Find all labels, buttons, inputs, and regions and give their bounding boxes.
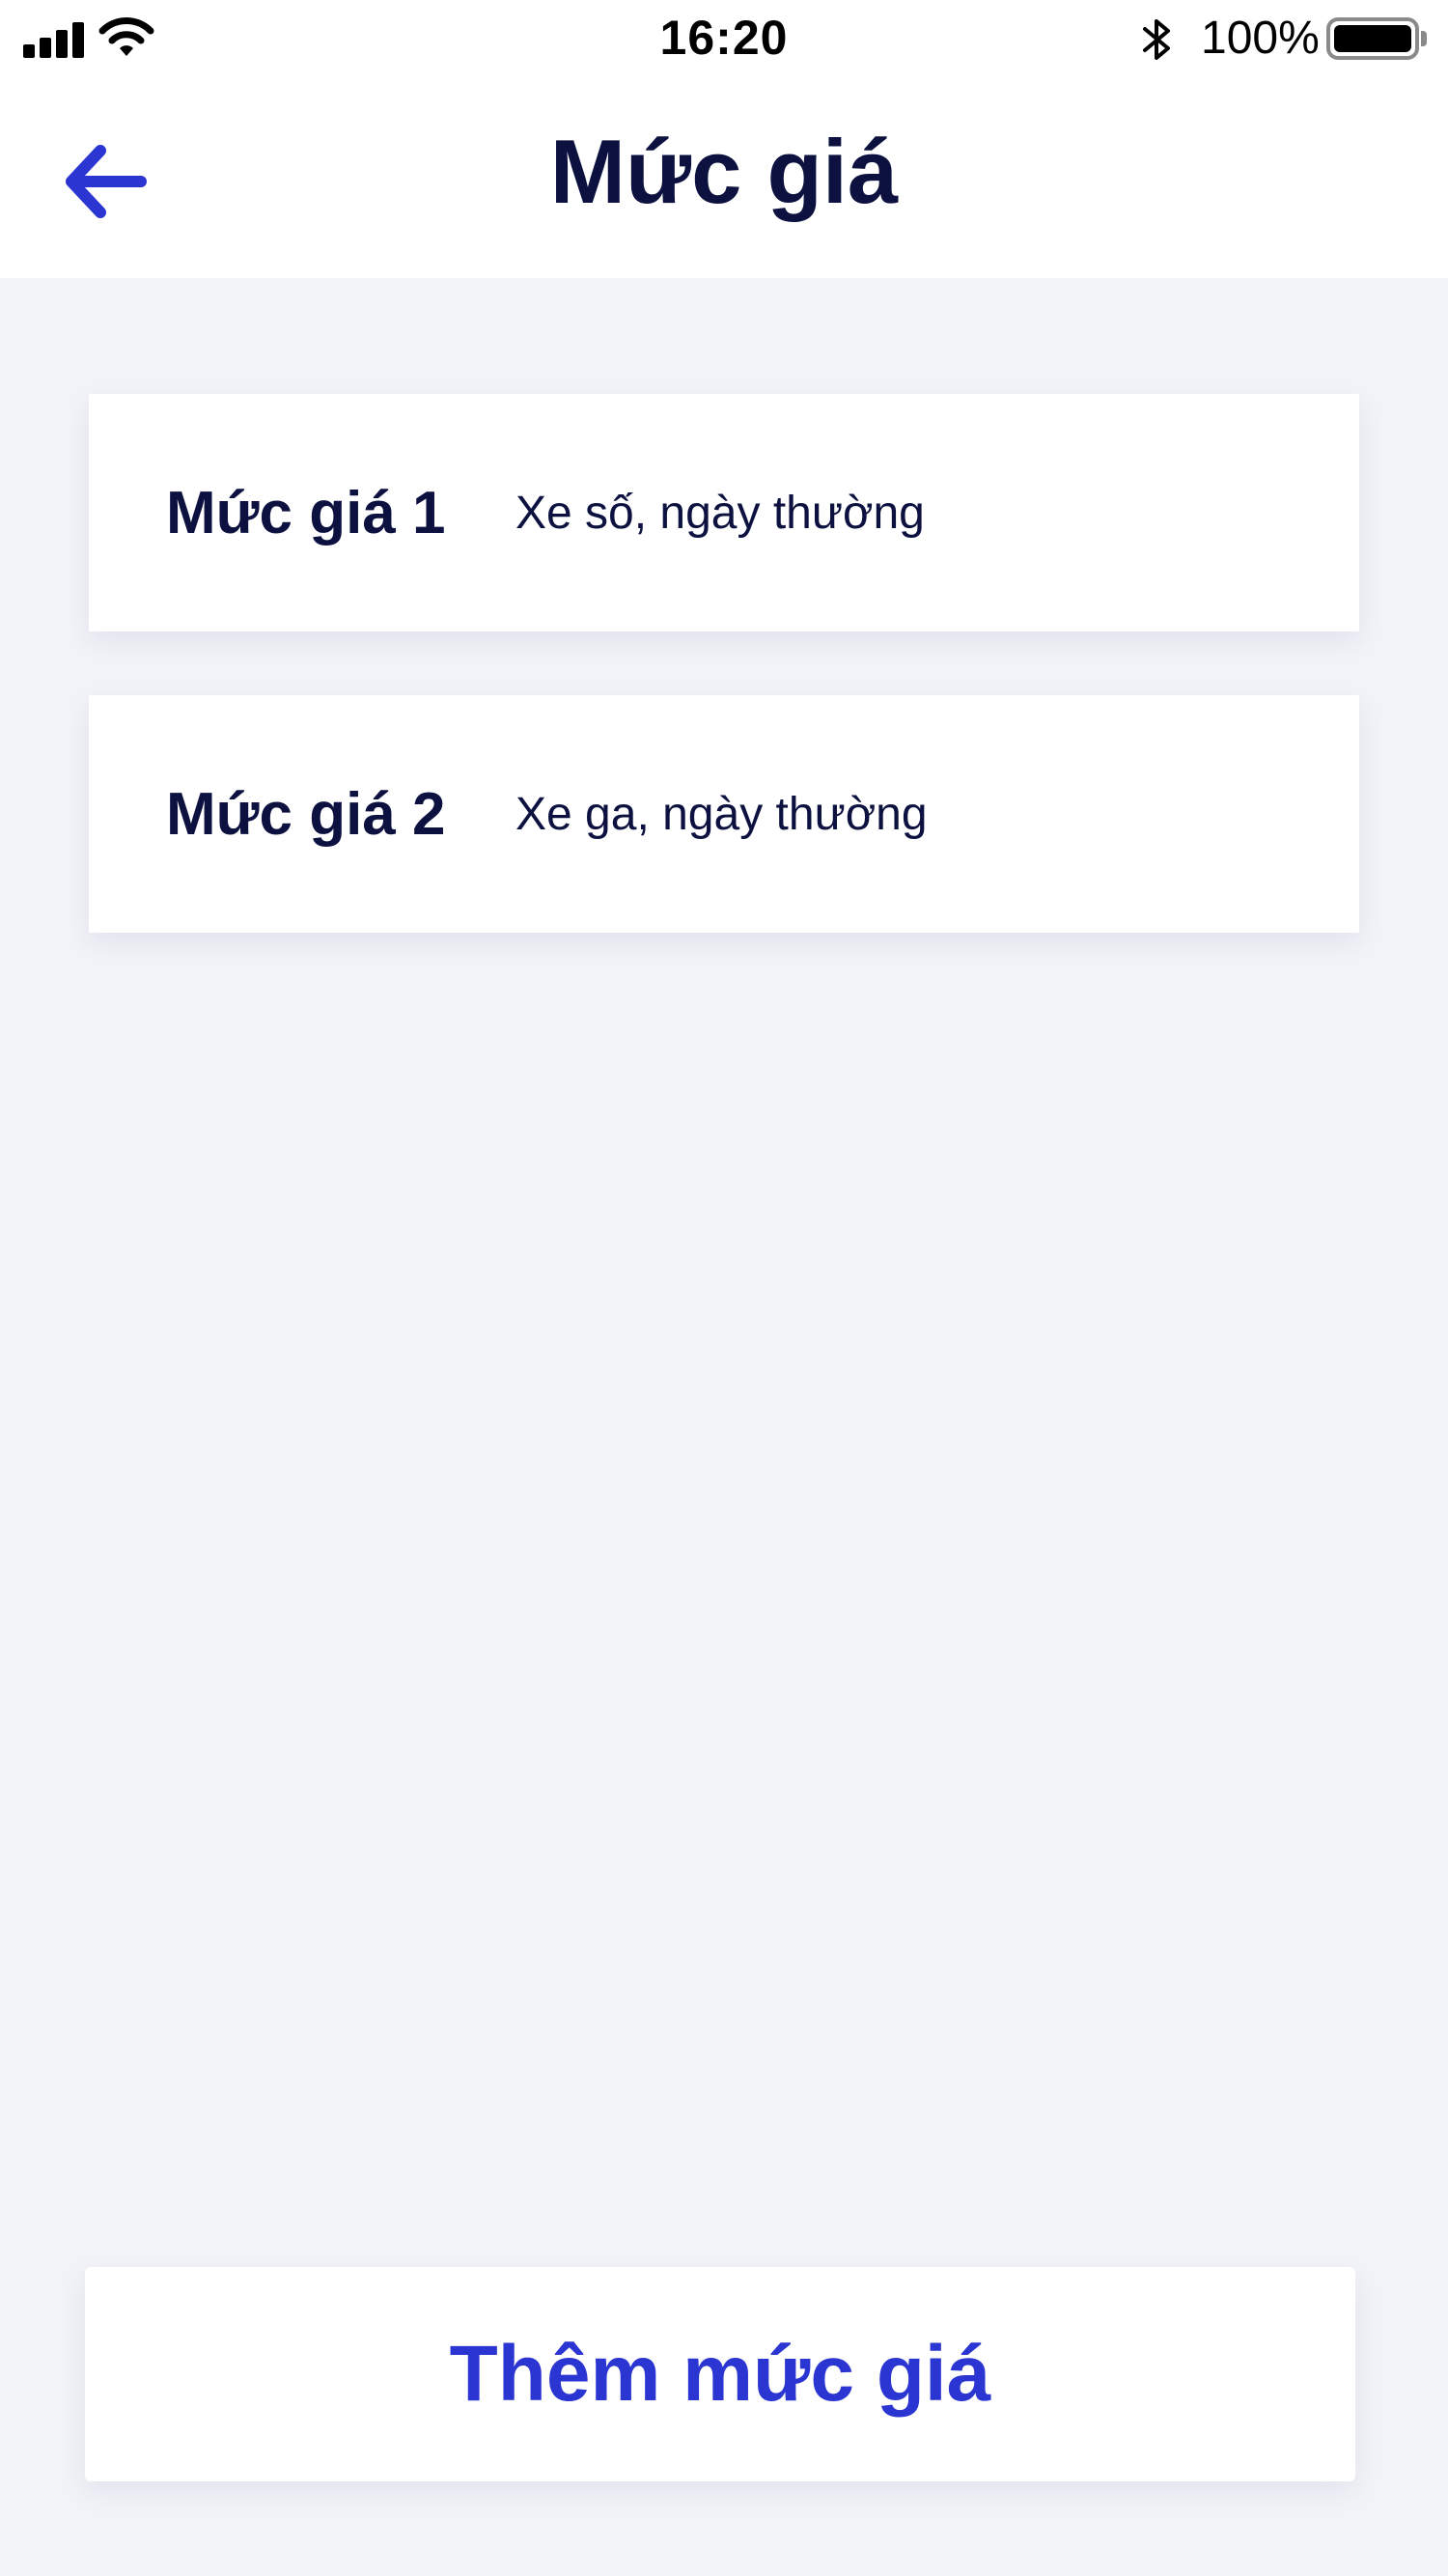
add-price-level-button[interactable]: Thêm mức giá (85, 2267, 1355, 2481)
price-level-title: Mức giá 1 (166, 479, 446, 546)
battery-icon (1326, 17, 1419, 60)
status-bar: 16:20 100% (0, 0, 1448, 81)
battery-fill (1334, 25, 1411, 52)
price-level-title: Mức giá 2 (166, 780, 446, 848)
navigation-bar: Mức giá (0, 81, 1448, 278)
battery-tip (1421, 31, 1427, 46)
battery-percentage: 100% (1201, 13, 1320, 64)
price-level-description: Xe ga, ngày thường (515, 788, 928, 840)
price-level-item[interactable]: Mức giá 2 Xe ga, ngày thường (89, 695, 1359, 933)
price-level-item[interactable]: Mức giá 1 Xe số, ngày thường (89, 394, 1359, 631)
add-price-level-label: Thêm mức giá (449, 2330, 991, 2418)
price-level-list: Mức giá 1 Xe số, ngày thường Mức giá 2 X… (89, 394, 1359, 996)
price-level-description: Xe số, ngày thường (515, 487, 925, 539)
bluetooth-icon (1143, 19, 1170, 60)
page-title: Mức giá (549, 121, 899, 222)
